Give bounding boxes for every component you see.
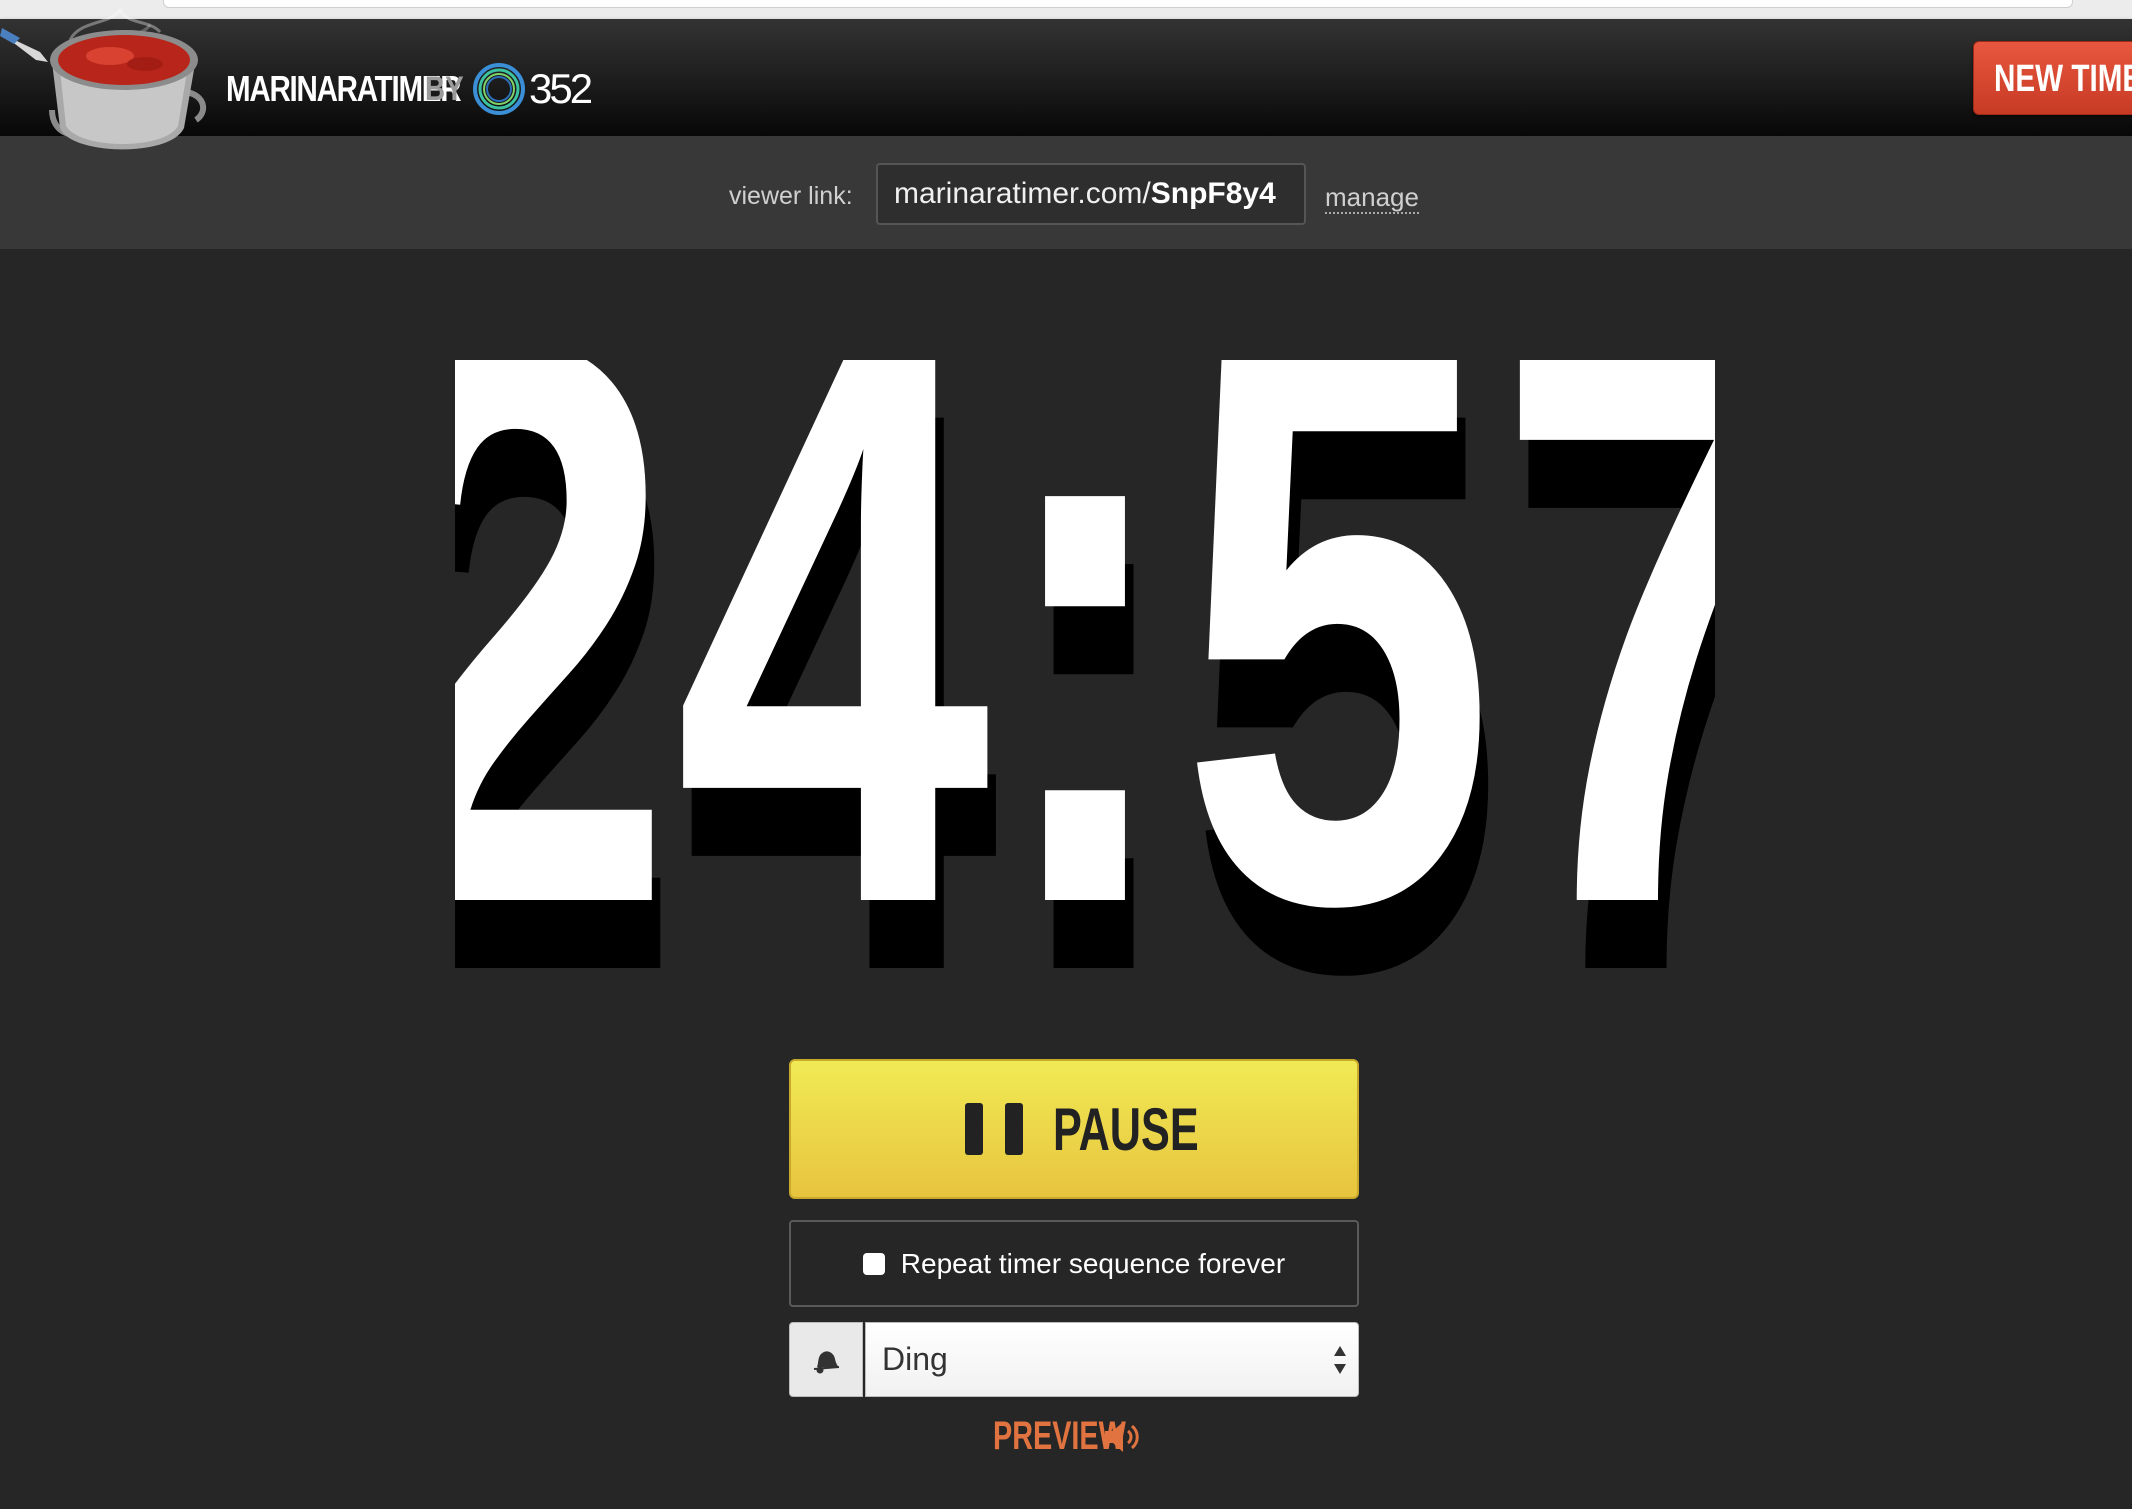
viewer-link-base: marinaratimer.com/ xyxy=(894,177,1151,210)
pot-logo-icon[interactable] xyxy=(0,0,220,158)
preview-label: PREVIEW xyxy=(993,1414,1126,1458)
timer-display: 24:57 24:57 xyxy=(455,360,1715,980)
brand-name: MARINARATIMER xyxy=(226,68,462,109)
select-arrows-icon xyxy=(1334,1346,1346,1374)
brand[interactable]: MARINARATIMER BY 352 xyxy=(226,59,593,119)
pause-label: PAUSE xyxy=(1053,1095,1199,1163)
browser-chrome-strip xyxy=(0,0,2132,20)
viewer-link-label: viewer link: xyxy=(729,182,853,210)
brand-by: BY xyxy=(425,69,464,108)
sound-select-value: Ding xyxy=(882,1341,948,1377)
manage-link[interactable]: manage xyxy=(1325,182,1419,214)
ring-logo-icon xyxy=(473,63,525,115)
viewer-link-bar: viewer link: marinaratimer.com/SnpF8y4 m… xyxy=(0,136,2132,249)
timer-time: 24:57 xyxy=(455,360,1715,980)
bell-addon xyxy=(789,1322,863,1397)
pause-button[interactable]: PAUSE xyxy=(789,1059,1359,1199)
repeat-label[interactable]: Repeat timer sequence forever xyxy=(901,1248,1285,1280)
viewer-link-code: SnpF8y4 xyxy=(1150,177,1276,210)
pause-icon xyxy=(965,1103,1023,1155)
new-timer-button[interactable]: NEW TIMER xyxy=(1973,41,2132,115)
viewer-link-field[interactable]: marinaratimer.com/SnpF8y4 xyxy=(876,163,1306,225)
preview-button[interactable]: PREVIEW xyxy=(993,1414,1145,1459)
repeat-checkbox[interactable] xyxy=(862,1252,885,1275)
top-navbar: MARINARATIMER BY 352 NEW TIMER xyxy=(0,19,2132,136)
new-timer-label: NEW TIMER xyxy=(1994,58,2132,100)
repeat-option: Repeat timer sequence forever xyxy=(789,1220,1359,1307)
sound-select[interactable]: Ding xyxy=(865,1322,1359,1397)
address-bar-edge[interactable] xyxy=(163,0,2073,8)
brand-number: 352 xyxy=(529,65,593,112)
bell-icon xyxy=(813,1350,840,1373)
